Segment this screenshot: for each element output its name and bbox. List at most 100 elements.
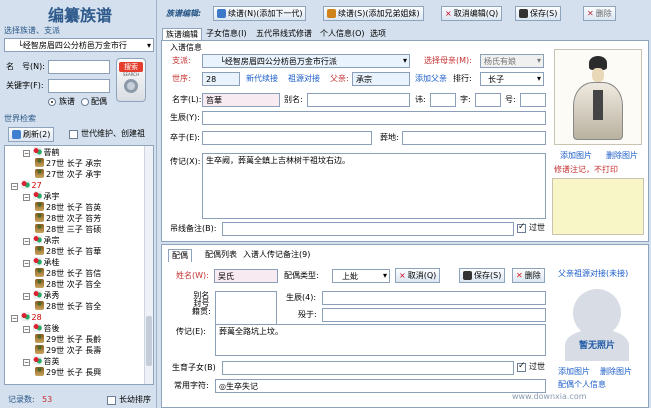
tree-person-row[interactable]: 28世 长子 笞英 (35, 202, 101, 213)
common-chars-input[interactable]: ◎生卒失记 (215, 379, 546, 393)
collapse-icon[interactable]: − (11, 183, 18, 190)
bio-textarea[interactable]: 生卒阙，葬萬全鎮上吉林树干祖坟右边。 (202, 153, 546, 219)
scrollbar-thumb[interactable] (146, 316, 152, 366)
gen-input[interactable]: 28 (202, 72, 240, 86)
ancestor-link[interactable]: 祖源对接 (288, 73, 320, 85)
spouse-delete-button[interactable]: ✕ 删除 (512, 268, 545, 283)
tab-children[interactable]: 子女信息(I) (203, 28, 250, 40)
spouse-death-input[interactable] (322, 308, 546, 322)
spouse-type-select[interactable]: 上妣 ▾ (332, 269, 390, 283)
collapse-icon[interactable]: − (11, 315, 18, 322)
mother-select[interactable]: 杨氏有娘 ▾ (480, 54, 544, 68)
collapse-icon[interactable]: − (23, 150, 30, 157)
tree-person-row[interactable]: 28世 长子 笞華 (35, 246, 101, 257)
notice-label: 修谱注记，不打印 (554, 165, 618, 174)
spouse-delete-photo-link[interactable]: 删除图片 (600, 366, 632, 378)
spouse-name-input[interactable]: 吴氏 (214, 269, 278, 283)
zi-input[interactable] (475, 93, 501, 107)
cancel-edit-button[interactable]: × 取消编辑(Q) (441, 6, 503, 21)
branch-select[interactable]: └经智房眉四公分枋邑万金市行派 ▾ (202, 54, 410, 68)
tree-group-row[interactable]: − 笞英 (23, 356, 60, 367)
tab-five-gen[interactable]: 五代吊线式修谱 (253, 28, 315, 40)
add-next-icon (217, 9, 226, 18)
tab-bio-notes[interactable]: 入谱人传记备注(9) (240, 249, 313, 261)
tree-person-row[interactable]: 28世 次子 笞全 (35, 279, 101, 290)
poem-input[interactable] (430, 93, 456, 107)
collapse-icon[interactable]: − (23, 238, 30, 245)
death-input[interactable] (202, 131, 372, 145)
radio-clan[interactable] (48, 98, 56, 106)
tree-person-row[interactable]: 28世 长子 笞全 (35, 301, 101, 312)
tab-spouse-list[interactable]: 配偶列表 (202, 249, 240, 261)
tree-group-row[interactable]: − 承宗 (23, 235, 60, 246)
spouse-birth-input[interactable] (322, 291, 546, 305)
collapse-icon[interactable]: − (23, 260, 30, 267)
name-input[interactable] (48, 60, 110, 74)
tree-scrollbar[interactable] (144, 146, 153, 384)
family-icon (32, 290, 42, 299)
spouse-ancestor-link[interactable]: 父亲祖源对接(未接) (558, 268, 628, 280)
spouse-bio-textarea[interactable]: 葬萬全路坑上坟。 (215, 324, 546, 356)
delete-button[interactable]: ✕ 删除 (583, 6, 616, 21)
tree-person-row[interactable]: 27世 长子 承宗 (35, 158, 101, 169)
radio-spouse[interactable] (81, 98, 89, 106)
hao-input[interactable] (520, 93, 546, 107)
bio-label: 传记(X): (170, 157, 201, 166)
add-photo-link[interactable]: 添加图片 (560, 150, 592, 162)
spouse-save-button[interactable]: 保存(S) (459, 268, 506, 283)
mother-label: 选择母亲(M): (424, 56, 472, 65)
name-input[interactable]: 笞華 (202, 93, 280, 107)
new-gen-link[interactable]: 新代续接 (246, 73, 278, 85)
tree-group-row[interactable]: − 承桂 (23, 257, 60, 268)
tree-group-row[interactable]: − 27 (11, 180, 42, 191)
alive-checkbox[interactable] (517, 222, 526, 233)
rank-select[interactable]: 长子 ▾ (480, 72, 544, 86)
notice-area[interactable] (552, 178, 644, 235)
tree-group-row[interactable]: − 承宇 (23, 191, 60, 202)
continue-next-button[interactable]: 续谱(N)(添加下一代) (213, 6, 307, 21)
collapse-icon[interactable]: − (23, 293, 30, 300)
tree-group-row[interactable]: − 承秀 (23, 290, 60, 301)
save-button[interactable]: 保存(S) (515, 6, 562, 21)
family-tree[interactable]: − 罾鹤 27世 长子 承宗 27世 次子 承宇 − 27− 承宇 28世 长子 笞英 2… (4, 145, 154, 385)
tree-person-row[interactable]: 28世 次子 笞芳 (35, 213, 101, 224)
chevron-down-icon: ▾ (382, 271, 387, 280)
collapse-icon[interactable]: − (23, 326, 30, 333)
tree-person-row[interactable]: 29世 长子 長齡 (35, 334, 101, 345)
collapse-icon[interactable]: − (23, 359, 30, 366)
spouse-add-photo-link[interactable]: 添加图片 (558, 366, 590, 378)
spouse-personal-info-link[interactable]: 配偶个人信息 (558, 379, 606, 391)
spouse-birth-label: 生辰(4): (286, 293, 317, 302)
tree-group-row[interactable]: − 罾鹤 (23, 147, 60, 158)
tree-title: 世界检索 (4, 114, 36, 123)
collapse-icon[interactable]: − (23, 194, 30, 201)
tree-person-row[interactable]: 29世 次子 長壽 (35, 345, 101, 356)
keyword-input[interactable] (48, 79, 110, 93)
alive-label: 过世 (529, 223, 545, 232)
spouse-alive-checkbox[interactable] (517, 361, 526, 372)
tree-person-row[interactable]: 27世 次子 承宇 (35, 169, 101, 180)
tab-personal[interactable]: 个人信息(O) (317, 28, 368, 40)
birth-input[interactable] (202, 111, 546, 125)
tab-spouse[interactable]: 配偶 (168, 249, 192, 262)
delete-photo-link[interactable]: 删除图片 (606, 150, 638, 162)
maint-checkbox[interactable] (69, 130, 78, 139)
burial-input[interactable] (402, 131, 546, 145)
continue-sibling-button[interactable]: 续谱(S)(添加兄弟姐妹) (323, 6, 424, 21)
refresh-button[interactable]: 刷新(2) (8, 127, 55, 142)
father-input[interactable]: 承宗 (352, 72, 410, 86)
alias-input[interactable] (307, 93, 410, 107)
tree-person-row[interactable]: 28世 三子 笞硕 (35, 224, 101, 235)
spouse-children-input[interactable] (222, 361, 514, 375)
tree-person-row[interactable]: 28世 长子 笞信 (35, 268, 101, 279)
tab-options[interactable]: 选项 (367, 28, 389, 40)
clan-select[interactable]: └经智房眉四公分枋邑万金市行 ▾ (4, 38, 154, 52)
tree-group-row[interactable]: − 笞後 (23, 323, 60, 334)
tree-person-row[interactable]: 29世 长子 長興 (35, 367, 101, 378)
tree-group-row[interactable]: − 28 (11, 312, 42, 323)
search-button[interactable]: 搜索 SEARCH (116, 58, 146, 102)
add-father-link[interactable]: 添加父亲 (415, 73, 447, 85)
long-sort-checkbox[interactable] (107, 396, 116, 405)
spouse-cancel-button[interactable]: × 取消(Q) (395, 268, 441, 283)
note-input[interactable] (222, 222, 514, 236)
